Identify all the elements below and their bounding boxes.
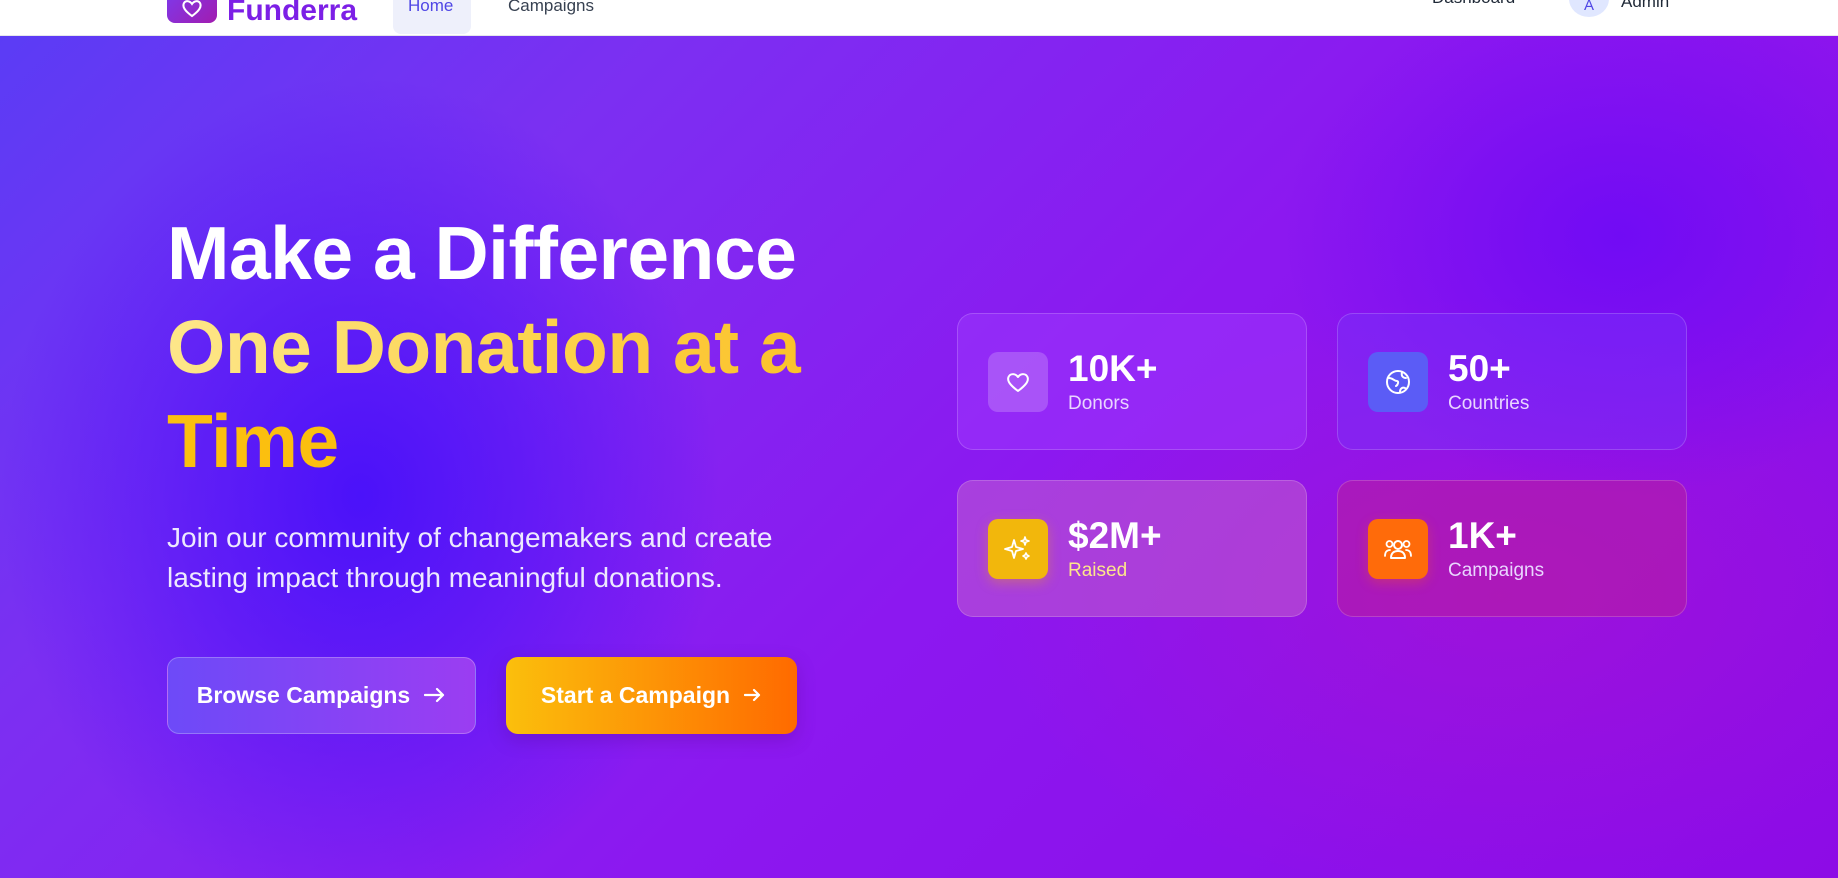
stat-label: Donors bbox=[1068, 392, 1130, 414]
user-name: Admin bbox=[1621, 0, 1670, 11]
heart-icon bbox=[988, 351, 1048, 412]
stat-label: Raised bbox=[1068, 559, 1128, 581]
stat-value: $2M+ bbox=[1068, 514, 1162, 556]
top-navbar: Funderra Home Campaigns Dashboard A Admi… bbox=[0, 0, 1838, 36]
stat-card-donors: 10K+ Donors bbox=[957, 313, 1307, 450]
stat-label: Countries bbox=[1448, 392, 1530, 414]
globe-icon bbox=[1368, 351, 1428, 412]
start-campaign-label: Start a Campaign bbox=[540, 682, 731, 708]
arrow-right-icon bbox=[424, 682, 446, 709]
stat-value: 50+ bbox=[1448, 347, 1511, 389]
brand-logo-icon bbox=[167, 0, 217, 23]
hero-headline: Make a Difference One Donation at a Time bbox=[167, 206, 847, 488]
stat-label: Campaigns bbox=[1448, 559, 1545, 581]
user-menu[interactable]: A Admin bbox=[1569, 0, 1669, 17]
avatar: A bbox=[1569, 0, 1609, 17]
browse-campaigns-button[interactable]: Browse Campaigns bbox=[167, 657, 476, 734]
dashboard-link[interactable]: Dashboard bbox=[1432, 0, 1515, 8]
browse-campaigns-label: Browse Campaigns bbox=[196, 682, 411, 708]
hero-subtitle: Join our community of changemakers and c… bbox=[167, 522, 773, 593]
headline-line-3: Time bbox=[167, 399, 339, 483]
headline-line-1: Make a Difference bbox=[167, 211, 797, 295]
sparkles-icon bbox=[988, 518, 1048, 579]
users-icon bbox=[1368, 518, 1428, 579]
start-campaign-button[interactable]: Start a Campaign bbox=[506, 657, 797, 734]
stat-card-raised: $2M+ Raised bbox=[957, 480, 1307, 617]
tab-home[interactable]: Home bbox=[393, 0, 471, 34]
hero-section: Make a Difference One Donation at a Time… bbox=[0, 36, 1838, 878]
stat-card-campaigns: 1K+ Campaigns bbox=[1337, 480, 1687, 617]
arrow-right-icon bbox=[743, 682, 762, 709]
tab-campaigns[interactable]: Campaigns bbox=[493, 0, 609, 34]
brand-name: Funderra bbox=[227, 0, 358, 27]
stat-value: 10K+ bbox=[1068, 347, 1158, 389]
headline-line-2: One Donation at a bbox=[167, 300, 847, 394]
tab-home-label: Home bbox=[408, 0, 454, 15]
brand[interactable]: Funderra bbox=[167, 0, 357, 26]
stat-card-countries: 50+ Countries bbox=[1337, 313, 1687, 450]
stat-value: 1K+ bbox=[1448, 514, 1517, 556]
tab-campaigns-label: Campaigns bbox=[508, 0, 594, 15]
